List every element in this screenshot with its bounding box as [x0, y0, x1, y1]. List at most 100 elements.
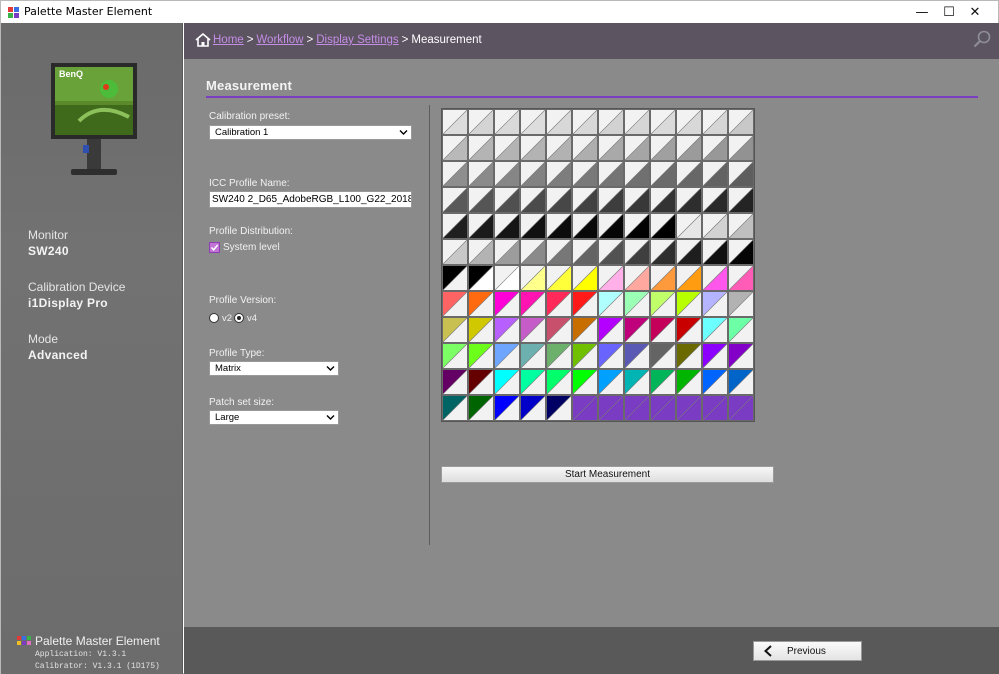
color-patch: [701, 238, 729, 266]
v4-radio[interactable]: [234, 313, 244, 323]
chevron-down-icon: [399, 130, 408, 135]
color-patch: [727, 394, 755, 422]
color-patch: [675, 212, 703, 240]
color-patch: [623, 238, 651, 266]
icc-profile-name-label: ICC Profile Name:: [209, 178, 290, 189]
color-patch: [571, 108, 599, 136]
color-patch: [441, 238, 469, 266]
home-icon[interactable]: [195, 33, 211, 47]
title-bar: Palette Master Element — ☐ ✕: [1, 1, 998, 23]
profile-type-value: Matrix: [215, 363, 241, 374]
breadcrumb-separator: >: [246, 34, 254, 46]
color-patch: [623, 160, 651, 188]
breadcrumb: Home > Workflow > Display Settings > Measureme…: [213, 34, 482, 46]
color-patch: [519, 186, 547, 214]
color-patch: [441, 394, 469, 422]
color-patch: [519, 290, 547, 318]
color-patch: [597, 290, 625, 318]
color-patch: [467, 394, 495, 422]
breadcrumb-display-settings-link[interactable]: Display Settings: [316, 34, 398, 46]
patch-set-size-select[interactable]: Large: [209, 410, 339, 425]
color-patch: [493, 394, 521, 422]
previous-button[interactable]: Previous: [753, 641, 862, 661]
app-logo-icon: [8, 7, 19, 18]
icc-profile-name-input[interactable]: SW240 2_D65_AdobeRGB_L100_G22_2018: [209, 191, 412, 208]
chevron-down-icon: [326, 366, 335, 371]
color-patch: [571, 290, 599, 318]
color-patch: [597, 342, 625, 370]
color-patch: [701, 368, 729, 396]
color-patch: [649, 108, 677, 136]
color-patch: [441, 290, 469, 318]
patch-set-size-label: Patch set size:: [209, 397, 275, 408]
color-patch: [597, 368, 625, 396]
color-patch: [675, 342, 703, 370]
color-patch: [493, 160, 521, 188]
color-patch: [519, 264, 547, 292]
close-icon: ✕: [969, 4, 981, 20]
color-patch: [597, 134, 625, 162]
color-patch: [545, 316, 573, 344]
monitor-image: BenQ: [51, 63, 137, 175]
color-patch: [727, 290, 755, 318]
color-patch: [545, 342, 573, 370]
color-patch: [571, 316, 599, 344]
app-window: Palette Master Element — ☐ ✕ BenQ Monito…: [0, 0, 999, 674]
color-patch: [493, 238, 521, 266]
checkmark-icon: [210, 244, 219, 251]
color-patch: [649, 342, 677, 370]
color-patch: [441, 368, 469, 396]
profile-type-label: Profile Type:: [209, 348, 265, 359]
system-level-checkbox[interactable]: [209, 242, 220, 253]
color-patch: [493, 316, 521, 344]
system-level-label: System level: [223, 242, 280, 253]
color-patch: [675, 186, 703, 214]
color-patch: [519, 316, 547, 344]
calibrator-version: Calibrator: V1.3.1 (1D175): [35, 662, 160, 671]
close-button[interactable]: ✕: [952, 1, 998, 23]
calibration-preset-label: Calibration preset:: [209, 111, 291, 122]
color-patch: [493, 290, 521, 318]
color-patch: [519, 394, 547, 422]
breadcrumb-home-link[interactable]: Home: [213, 34, 244, 46]
color-patch: [441, 134, 469, 162]
patch-grid: [441, 108, 755, 422]
app-brand-icon: [17, 636, 31, 646]
color-patch: [727, 160, 755, 188]
calibration-preset-select[interactable]: Calibration 1: [209, 125, 412, 140]
color-patch: [545, 394, 573, 422]
color-patch: [623, 108, 651, 136]
color-patch: [727, 134, 755, 162]
color-patch: [571, 134, 599, 162]
color-patch: [623, 212, 651, 240]
color-patch: [675, 238, 703, 266]
brand-logo: BenQ: [59, 69, 83, 79]
color-patch: [571, 238, 599, 266]
color-patch: [675, 316, 703, 344]
color-patch: [649, 290, 677, 318]
color-patch: [727, 368, 755, 396]
calibration-device-label: Calibration Device: [28, 280, 126, 294]
color-patch: [675, 108, 703, 136]
breadcrumb-separator: >: [401, 34, 409, 46]
profile-type-select[interactable]: Matrix: [209, 361, 339, 376]
breadcrumb-workflow-link[interactable]: Workflow: [256, 34, 303, 46]
start-measurement-button[interactable]: Start Measurement: [441, 466, 774, 483]
color-patch: [597, 160, 625, 188]
color-patch: [441, 108, 469, 136]
color-patch: [493, 212, 521, 240]
profile-distribution-label: Profile Distribution:: [209, 226, 293, 237]
color-patch: [701, 160, 729, 188]
color-patch: [727, 316, 755, 344]
v2-radio[interactable]: [209, 313, 219, 323]
color-patch: [545, 238, 573, 266]
main-panel: Measurement Calibration preset: Calibrat…: [184, 59, 999, 627]
color-patch: [467, 368, 495, 396]
color-patch: [649, 186, 677, 214]
color-patch: [571, 186, 599, 214]
color-patch: [571, 212, 599, 240]
color-patch: [571, 394, 599, 422]
search-icon[interactable]: [973, 30, 991, 48]
color-patch: [597, 238, 625, 266]
calibration-preset-value: Calibration 1: [215, 127, 269, 138]
